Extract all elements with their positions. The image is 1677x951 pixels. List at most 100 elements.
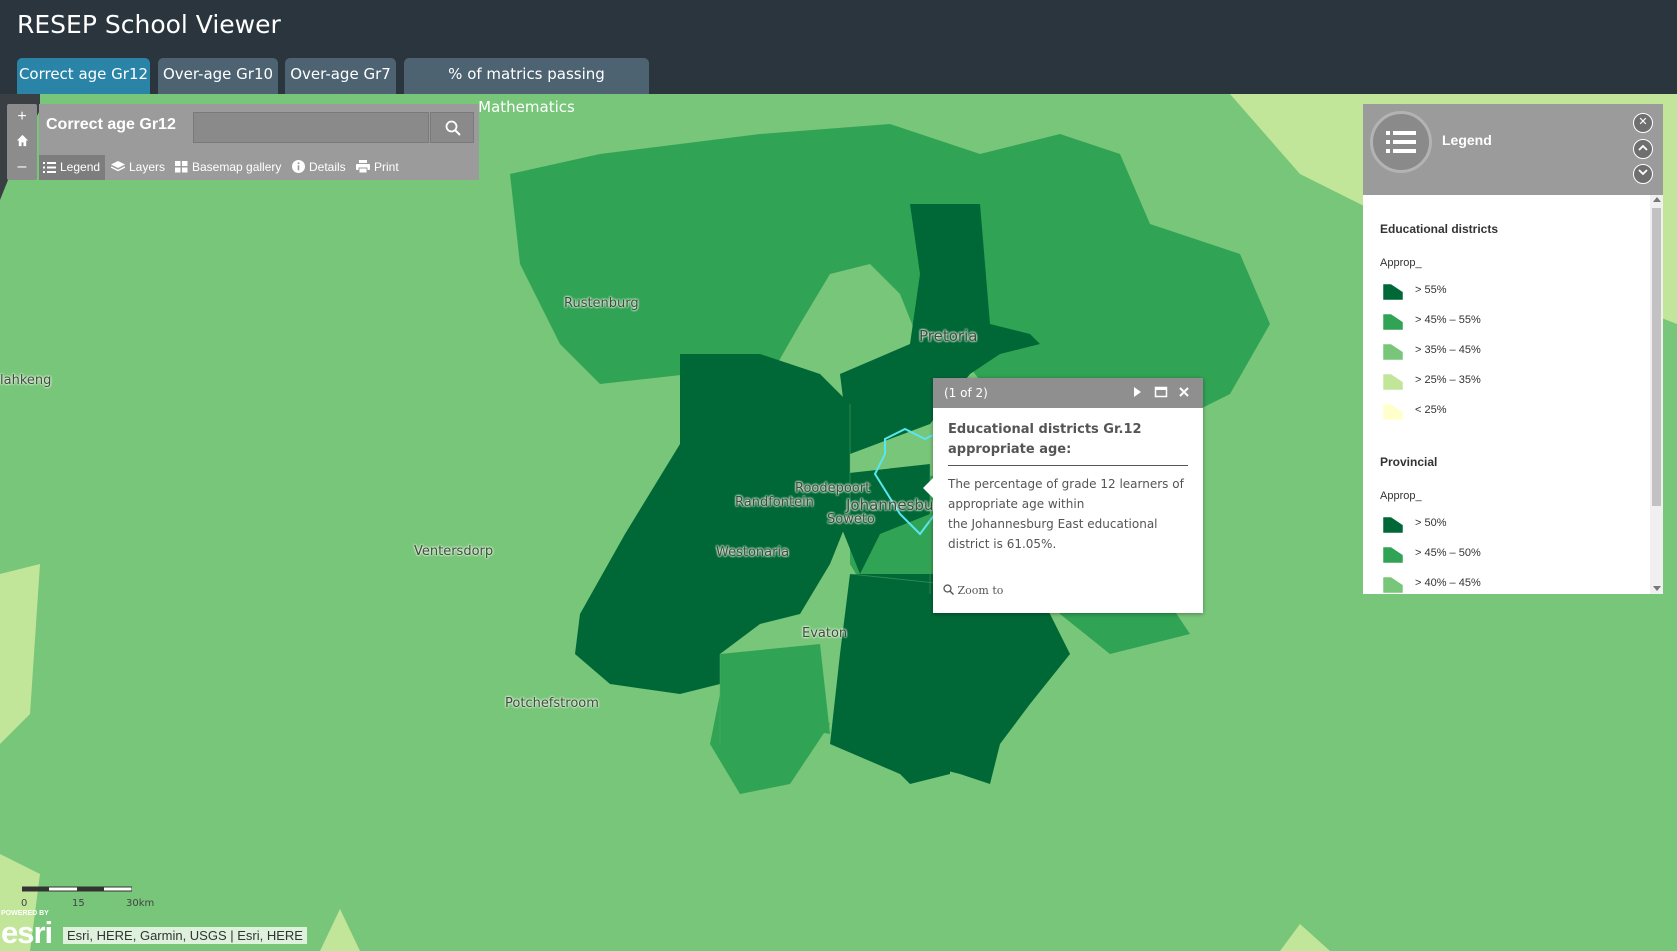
legend-class-row: > 45% – 50%: [1382, 544, 1481, 564]
toolbar-details-label: Details: [309, 160, 346, 174]
chevron-up-icon: [1638, 144, 1648, 151]
legend-class-label: > 40% – 45%: [1415, 577, 1481, 589]
map-toolbar: Legend Layers Basemap gallery Details Pr…: [39, 155, 479, 180]
scale-label: 15: [72, 898, 85, 909]
esri-wordmark: esri: [1, 915, 53, 950]
toolbar-layers-button[interactable]: Layers: [110, 155, 166, 180]
legend-class-label: > 35% – 45%: [1415, 344, 1481, 356]
place-westonaria: Westonaria: [716, 545, 790, 560]
toolbar-basemap-gallery-label: Basemap gallery: [192, 160, 282, 174]
zoom-magnifier-icon: [943, 584, 955, 596]
legend-swatch: [1382, 576, 1404, 594]
map-attribution[interactable]: Esri, HERE, Garmin, USGS | Esri, HERE: [63, 927, 307, 944]
tab-over-age-gr7[interactable]: Over-age Gr7: [285, 58, 396, 94]
printer-icon: [356, 160, 370, 174]
place-roodepoort: Roodepoort: [795, 481, 871, 496]
legend-section-heading: Provincial: [1380, 455, 1438, 469]
popup-close-button[interactable]: [1176, 384, 1192, 400]
legend-panel-icon: [1370, 111, 1432, 173]
search-button[interactable]: [430, 112, 474, 143]
place-randfontein: Randfontein: [735, 495, 814, 510]
list-icon: [1386, 131, 1416, 153]
toolbar-print-button[interactable]: Print: [356, 155, 399, 180]
close-icon: [1179, 387, 1189, 397]
legend-class-label: > 45% – 50%: [1415, 547, 1481, 559]
legend-field-name: Approp_: [1380, 257, 1422, 269]
toolbar-details-button[interactable]: Details: [292, 155, 346, 180]
toolbar-layers-label: Layers: [129, 160, 166, 174]
legend-swatch: [1382, 283, 1404, 301]
popup-description: The percentage of grade 12 learners of a…: [948, 474, 1193, 554]
legend-swatch: [1382, 373, 1404, 391]
popup-line: appropriate age within: [948, 497, 1085, 511]
popup-zoom-to-link[interactable]: Zoom to: [943, 584, 1003, 597]
list-icon: [43, 162, 56, 173]
zoom-in-button[interactable]: +: [7, 104, 37, 129]
popup-maximize-button[interactable]: [1153, 384, 1169, 400]
legend-scrollbar[interactable]: [1650, 195, 1663, 594]
popup-divider: [948, 465, 1188, 466]
tab-over-age-gr10[interactable]: Over-age Gr10: [158, 58, 278, 94]
map-title-panel: Correct age Gr12 Legend Layers Basemap g…: [39, 104, 479, 180]
legend-close-button[interactable]: ✕: [1633, 113, 1653, 133]
popup-line: the Johannesburg East educational: [948, 517, 1158, 531]
play-next-icon: [1134, 387, 1141, 397]
toolbar-basemap-gallery-button[interactable]: Basemap gallery: [175, 155, 281, 180]
search-icon: [445, 120, 461, 136]
legend-swatch: [1382, 546, 1404, 564]
grid-icon: [175, 161, 188, 173]
legend-class-row: > 45% – 55%: [1382, 311, 1481, 331]
info-popup: (1 of 2) Educational districts Gr.12 app…: [923, 378, 1203, 613]
legend-class-label: < 25%: [1415, 404, 1447, 416]
popup-line: district is 61.05%.: [948, 537, 1057, 551]
legend-class-label: > 45% – 55%: [1415, 314, 1481, 326]
popup-zoom-label: Zoom to: [957, 584, 1004, 597]
place-rustenburg: Rustenburg: [564, 296, 639, 311]
app-header: RESEP School Viewer Correct age Gr12 Ove…: [0, 0, 1677, 116]
popup-line: The percentage of grade 12 learners of: [948, 477, 1184, 491]
popup-title: Educational districts Gr.12 appropriate …: [948, 422, 1142, 457]
legend-field-name: Approp_: [1380, 490, 1422, 502]
legend-swatch: [1382, 343, 1404, 361]
zoom-out-button[interactable]: –: [7, 154, 37, 179]
info-icon: [292, 160, 305, 173]
popup-next-button[interactable]: [1129, 384, 1145, 400]
legend-panel: Legend ✕ Educational districts Approp_ >…: [1363, 104, 1663, 594]
tab-correct-age-gr12[interactable]: Correct age Gr12: [17, 58, 150, 94]
popup-header: (1 of 2): [933, 378, 1203, 408]
scroll-down-arrow-icon[interactable]: [1653, 586, 1661, 591]
toolbar-legend-label: Legend: [60, 160, 101, 174]
legend-up-button[interactable]: [1633, 139, 1653, 159]
legend-class-row: > 40% – 45%: [1382, 574, 1481, 594]
search-input[interactable]: [193, 112, 429, 143]
close-icon: ✕: [1638, 116, 1648, 128]
legend-down-button[interactable]: [1633, 164, 1653, 184]
scale-label: 0: [21, 898, 28, 909]
esri-logo: POWERED BY esri: [1, 910, 61, 950]
home-button[interactable]: [7, 129, 37, 154]
legend-scrollbar-thumb[interactable]: [1652, 208, 1661, 506]
legend-class-row: > 35% – 45%: [1382, 341, 1481, 361]
place-evaton: Evaton: [802, 626, 848, 641]
layers-icon: [110, 161, 126, 172]
scale-label: 30km: [126, 898, 155, 909]
chevron-down-icon: [1638, 169, 1648, 176]
legend-title: Legend: [1442, 132, 1492, 148]
zoom-controls: + –: [7, 104, 37, 180]
place-potchefstroom: Potchefstroom: [505, 696, 599, 711]
place-pretoria: Pretoria: [919, 327, 978, 345]
toolbar-legend-button[interactable]: Legend: [39, 155, 106, 180]
legend-swatch: [1382, 516, 1404, 534]
legend-section-heading: Educational districts: [1380, 222, 1499, 236]
tab-matrics-passing-mathematics[interactable]: % of matrics passing Mathematics: [404, 58, 649, 116]
legend-body[interactable]: Educational districts Approp_ > 55% > 45%…: [1363, 195, 1663, 594]
legend-swatch: [1382, 313, 1404, 331]
legend-header: Legend ✕: [1363, 104, 1663, 195]
app-title: RESEP School Viewer: [17, 10, 281, 39]
legend-class-row: > 50%: [1382, 514, 1447, 534]
scale-bar: 0 15 30km: [21, 884, 154, 909]
scroll-up-arrow-icon[interactable]: [1653, 197, 1661, 202]
place-ventersdorp: Ventersdorp: [414, 544, 494, 559]
place-soweto: Soweto: [827, 512, 875, 527]
home-icon: [16, 134, 28, 147]
